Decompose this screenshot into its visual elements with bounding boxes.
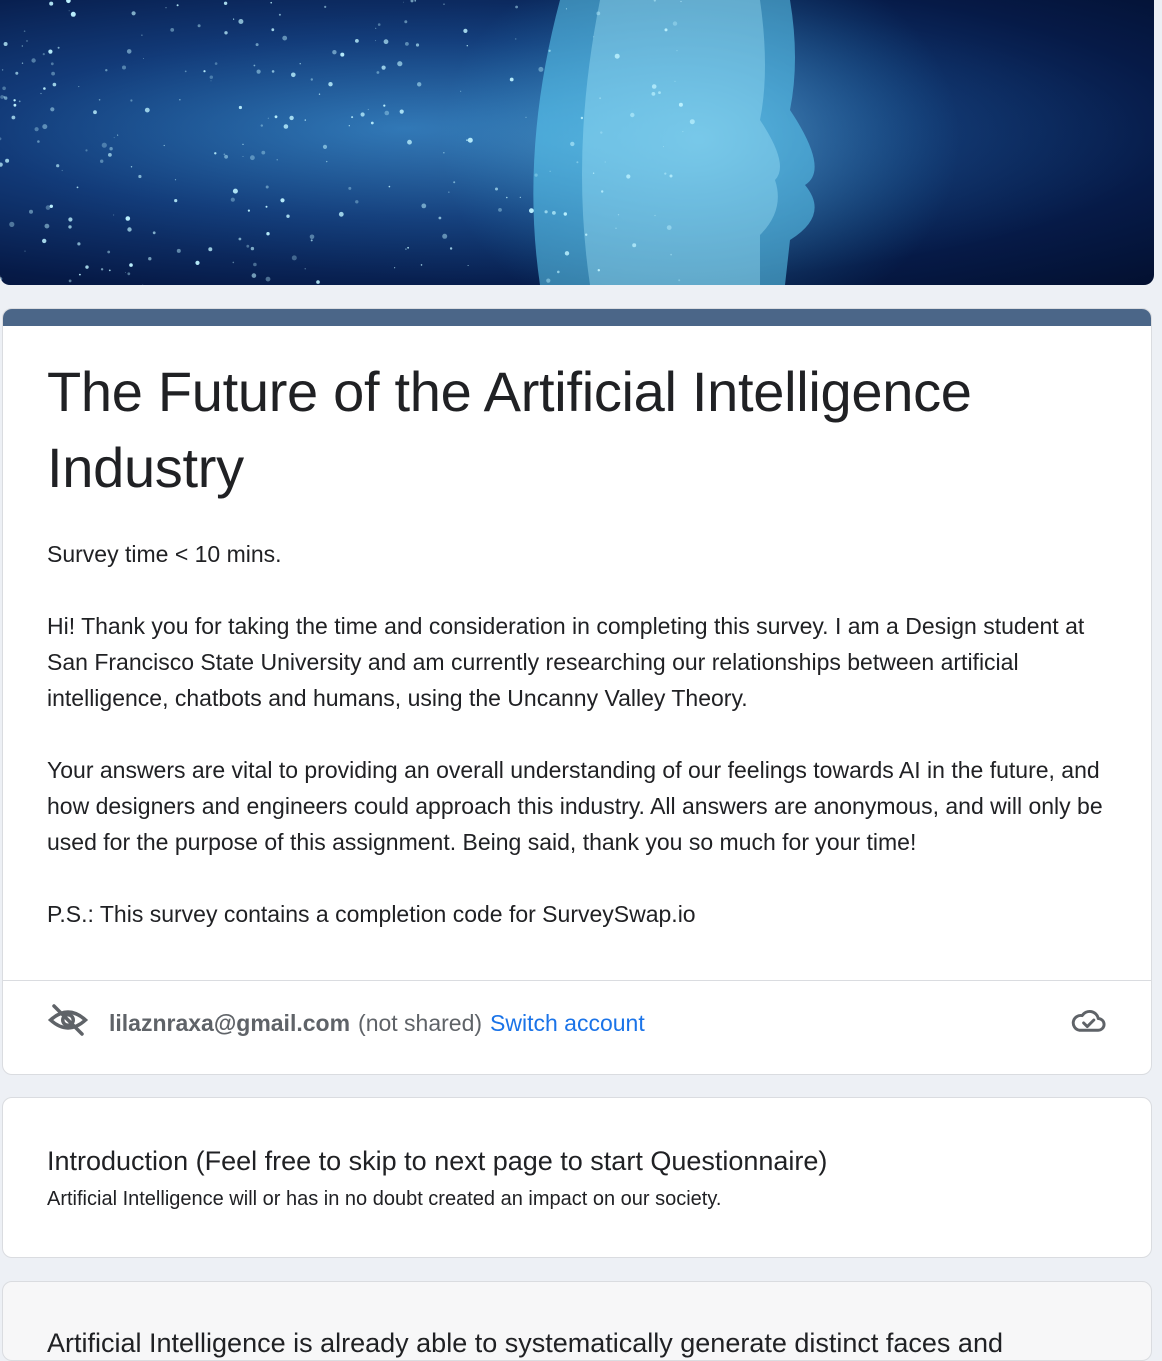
not-shared-label: (not shared) — [358, 1009, 483, 1036]
section-description: Artificial Intelligence will or has in n… — [47, 1188, 722, 1210]
header-banner-image — [0, 0, 1154, 285]
ai-face-illustration — [0, 0, 1154, 285]
form-header-card: The Future of the Artificial Intelligenc… — [2, 308, 1152, 1075]
theme-accent-bar — [3, 309, 1151, 326]
form-description: Survey time < 10 mins. Hi! Thank you for… — [47, 541, 1103, 927]
intro-section-card: Introduction (Feel free to skip to next … — [2, 1097, 1152, 1258]
next-section-text: Artificial Intelligence is already able … — [47, 1328, 1003, 1358]
divider — [3, 980, 1151, 981]
cloud-check-icon — [1069, 1005, 1107, 1041]
form-title: The Future of the Artificial Intelligenc… — [47, 360, 972, 499]
next-section-card: Artificial Intelligence is already able … — [2, 1281, 1152, 1361]
switch-account-link[interactable]: Switch account — [490, 1010, 645, 1037]
eye-off-icon — [47, 999, 89, 1047]
account-row: lilaznraxa@gmail.com (not shared) Switch… — [47, 1001, 1107, 1045]
account-email: lilaznraxa@gmail.com — [109, 1009, 351, 1036]
section-title: Introduction (Feel free to skip to next … — [47, 1146, 828, 1176]
